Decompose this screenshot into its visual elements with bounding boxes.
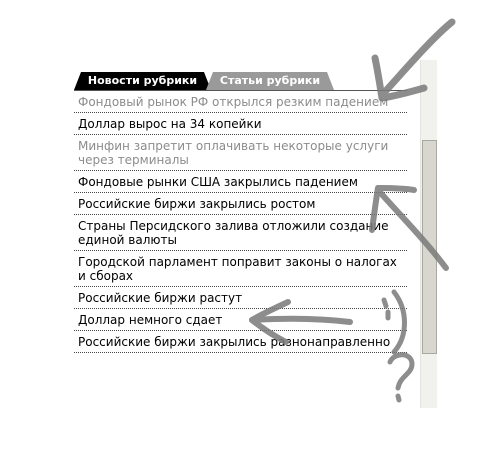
news-widget: Новости рубрики Статьи рубрики Фондовый … — [74, 60, 437, 408]
tab-articles[interactable]: Статьи рубрики — [206, 72, 334, 90]
news-item[interactable]: Российские биржи закрылись разнонаправле… — [74, 331, 407, 353]
news-item[interactable]: Российские биржи растут — [74, 287, 407, 309]
tab-bar: Новости рубрики Статьи рубрики — [74, 72, 409, 91]
news-item[interactable]: Фондовые рынки США закрылись падением — [74, 171, 407, 193]
tab-news[interactable]: Новости рубрики — [74, 72, 211, 90]
news-item[interactable]: Российские биржи закрылись ростом — [74, 193, 407, 215]
news-item[interactable]: Фондовый рынок РФ открылся резким падени… — [74, 91, 407, 113]
vertical-scrollbar[interactable] — [420, 60, 437, 408]
news-item[interactable]: Городской парламент поправит законы о на… — [74, 251, 407, 287]
news-item[interactable]: Доллар вырос на 34 копейки — [74, 113, 407, 135]
scrollbar-thumb[interactable] — [422, 140, 437, 354]
news-item[interactable]: Доллар немного сдает — [74, 309, 407, 331]
news-item[interactable]: Страны Персидского залива отложили созда… — [74, 215, 407, 251]
news-item[interactable]: Минфин запретит оплачивать некоторые усл… — [74, 135, 407, 171]
news-list: Фондовый рынок РФ открылся резким падени… — [74, 91, 407, 353]
